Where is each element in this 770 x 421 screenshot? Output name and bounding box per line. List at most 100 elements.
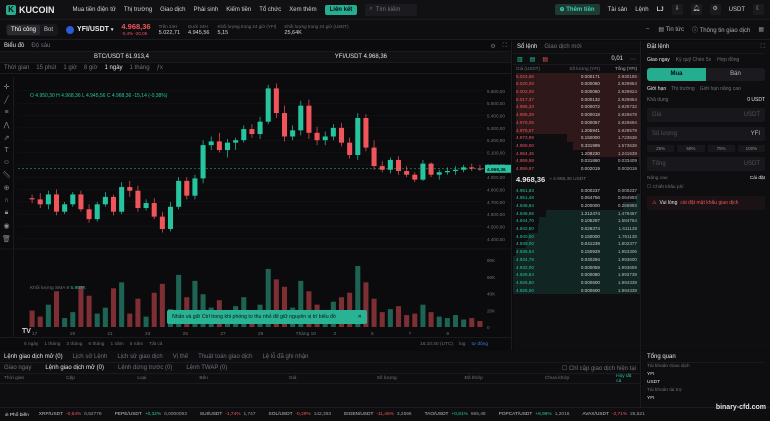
settings-gear-icon[interactable]: ⚙ [709,4,721,15]
bids-row[interactable]: 4.951,83 0.000237 0.000237 [513,187,640,195]
interval-1d[interactable]: 1 ngày [105,65,123,71]
smile-icon[interactable]: ☺ [1,159,13,166]
search-input[interactable]: ⌕ Tìm kiếm [365,3,418,16]
bids-row[interactable]: 4.940,00 0.150000 1.761138 [513,232,640,241]
view-both-icon[interactable]: ▥ [517,56,523,63]
kucoin-logo[interactable]: K KUCOIN [6,4,55,15]
news-link[interactable]: ▤ Tin tức [658,26,684,33]
pattern-icon[interactable]: ⋀ [1,121,13,129]
pct-75-button[interactable]: 75% [707,145,735,152]
range-1y[interactable]: 1 năm [110,342,123,347]
range-3m[interactable]: 3 tháng [66,342,82,347]
tab-positions[interactable]: Vị thế [173,354,188,360]
zoom-icon[interactable]: ⊕ [1,184,13,192]
range-all[interactable]: Tất cả [149,342,162,347]
subtab-twap[interactable]: Lệnh TWAP (0) [186,365,227,371]
tab-order-history[interactable]: Lịch sử Lệnh [73,354,108,360]
pct-50-button[interactable]: 50% [677,145,705,152]
bids-row[interactable]: 4.948,55 1.212474 1.479467 [513,209,640,218]
tab-cross-margin[interactable]: Ký quỹ Chéo 5x [676,57,711,63]
tab-open-orders[interactable]: Lệnh giao dịch mở (0) [4,354,63,360]
asks-row[interactable]: 4.985,39 0.000018 2.929678 [513,111,640,119]
ticker-item[interactable]: EIGEN/USDT -11,46% 3,2596 [344,412,415,417]
bids-row[interactable]: 4.932,00 0.000059 1.993659 [513,263,640,272]
view-bids-icon[interactable]: ▤ [530,56,536,63]
nav-buy-crypto[interactable]: Mua tiền điện tử [73,7,116,13]
theme-icon[interactable]: ☾ [753,4,764,15]
bids-row[interactable]: 4.942,50 0.026374 1.611138 [513,225,640,233]
tab-limit[interactable]: Giới hạn [647,86,666,92]
buy-tab[interactable]: Mua [647,68,706,81]
bids-row[interactable]: 4.925,00 0.000600 1.994339 [513,286,640,295]
tab-chart[interactable]: Biểu đồ [4,43,24,49]
ticker-item[interactable]: XRP/USDT -0,64% 0,52779 [39,412,105,417]
tab-manual[interactable]: Thủ công [7,24,41,35]
nav-earn[interactable]: Kiếm tiền [226,7,251,13]
ticker-item[interactable]: PEPE/USDT +0,32% 0,0000093 [115,412,190,417]
asks-row[interactable]: 5.020,09 0.000060 2.929984 [513,80,640,89]
bids-row[interactable]: 4.939,00 0.041239 1.802377 [513,240,640,249]
interval-8h[interactable]: 8 giờ [84,65,98,71]
notification-bell-icon[interactable]: 🔔︎ [690,4,702,15]
bids-row[interactable]: 4.936,64 0.150929 1.953306 [513,248,640,256]
range-5d[interactable]: 5 ngày [24,342,38,347]
asks-row[interactable]: 4.973,99 0.150000 1.723638 [513,134,640,142]
ticker-item[interactable]: POPCAT/USDT +6,98% 1,2016 [499,412,573,417]
cancel-all-button[interactable]: Hủy tất cả [616,374,636,384]
tab-algo[interactable]: Thuật toán giao dịch [198,354,252,360]
tab-bot[interactable]: Bot [40,25,57,35]
ticker-item[interactable]: TAO/USDT +0,81% 565,48 [425,412,489,417]
sell-tab[interactable]: Bán [706,68,765,81]
bids-row[interactable]: 4.948,84 0.200000 0.266993 [513,202,640,210]
nav-institutional[interactable]: Tổ chức [259,7,281,13]
lock-icon[interactable]: 🔒︎ [1,209,13,217]
range-6m[interactable]: 6 tháng [88,342,104,347]
ticker-item[interactable]: SUI/USDT -1,74% 1,747 [200,412,259,417]
pct-100-button[interactable]: 100% [737,145,765,152]
asks-row[interactable]: 4.959,97 0.002019 0.002019 [513,164,640,173]
subtab-open[interactable]: Lệnh giao dịch mở (0) [45,365,104,371]
pair-selector[interactable]: YFI/USDT ▾ [66,25,113,34]
current-pair-checkbox[interactable]: ☐ Chỉ cặp giao dịch hiện tại [562,365,636,372]
crosshair-icon[interactable]: ✛ [1,83,13,91]
pct-25-button[interactable]: 25% [647,145,675,152]
layout-icon[interactable]: ▦ [758,26,764,33]
eye-icon[interactable]: ◉ [1,222,13,230]
tab-trade-history[interactable]: Lịch sử giao dịch [117,354,162,360]
range-1m[interactable]: 1 tháng [44,342,60,347]
bids-row[interactable]: 4.926,80 0.000600 1.994339 [513,278,640,287]
nav-markets[interactable]: Thị trường [124,7,152,13]
nav-derivatives[interactable]: Phái sinh [194,7,219,13]
interval-15m[interactable]: 15 phút [36,65,56,71]
deposit-button[interactable]: ⊕ Thêm tiền [554,4,600,15]
tab-orderbook[interactable]: Sổ lệnh [517,44,537,50]
total-input[interactable]: Tổng USDT [647,157,765,171]
orders-menu[interactable]: Lệnh [635,7,648,13]
subtab-stop[interactable]: Lệnh dừng trước (0) [118,365,172,371]
user-avatar[interactable]: LJ [657,7,664,13]
nav-more[interactable]: Xem thêm [289,7,316,13]
asks-row[interactable]: 5.003,09 0.000060 2.929924 [513,88,640,96]
ticker-item[interactable]: SOL/USDT -0,29% 142,393 [269,412,335,417]
magnet-icon[interactable]: ∩ [1,197,13,204]
tab-advanced-limit[interactable]: Giới hạn nâng cao [700,86,741,92]
download-icon[interactable]: ⇩ [671,4,683,15]
prediction-icon[interactable]: ⇗ [1,134,13,142]
compare-symbol[interactable]: BTC/USDT 61.913,4 [94,54,149,60]
popular-filter[interactable]: 🔥︎ Phổ biến [5,412,29,418]
set-password-link[interactable]: cài đặt mật khẩu giao dịch [680,200,738,206]
bids-row[interactable]: 4.951,48 0.064756 0.064993 [513,194,640,202]
log-toggle[interactable]: log [459,342,465,347]
auto-toggle[interactable]: tự động [471,342,488,347]
link-button[interactable]: Liên kết [324,4,358,15]
precision-selector[interactable]: 0,01 [611,56,623,62]
tab-realized-pnl[interactable]: Lệ lỗ đã ghi nhận [262,354,308,360]
tab-futures[interactable]: Hợp đồng [717,57,739,63]
fee-discount[interactable]: ☐ Chiết khấu phí [647,185,765,190]
price-input[interactable]: Giá USDT [647,108,765,122]
interval-time[interactable]: Thời gian [4,65,29,71]
bids-row[interactable]: 4.928,84 0.000080 1.993739 [513,271,640,279]
currency-selector[interactable]: USDT [729,7,745,13]
tab-market[interactable]: Thị trường [671,86,695,92]
more-icon[interactable]: ⋯ [630,56,636,63]
